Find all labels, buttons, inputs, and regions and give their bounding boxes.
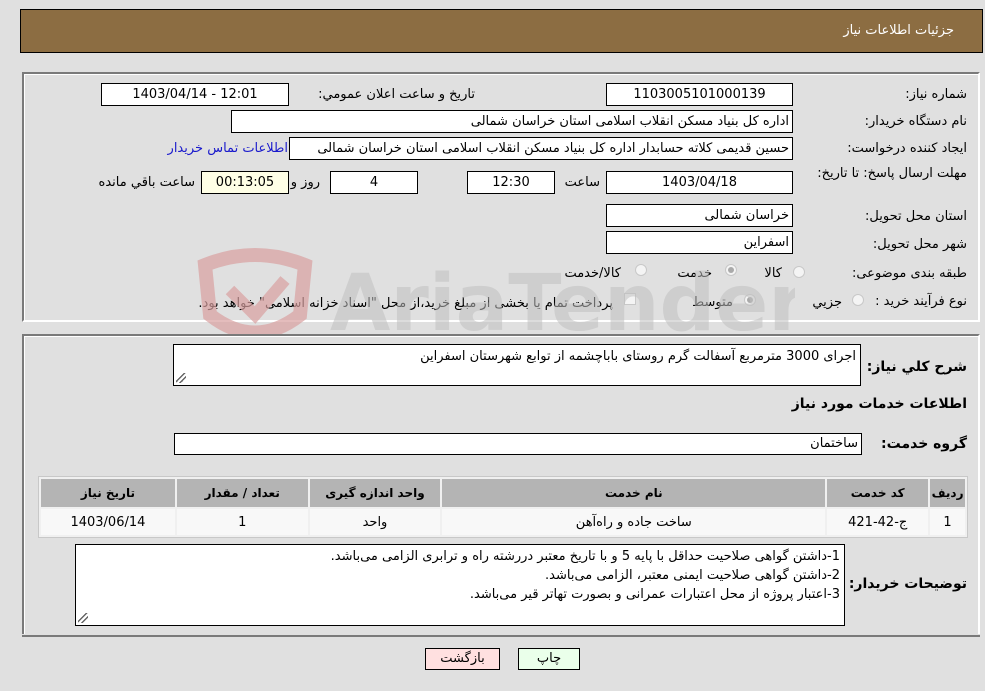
buyer-notes-textarea[interactable]: 1-داشتن گواهی صلاحیت حداقل با پایه 5 و ب… bbox=[75, 544, 845, 626]
col-need-date: تاریخ نیاز bbox=[41, 479, 175, 507]
province-label: استان محل تحویل: bbox=[865, 209, 967, 224]
process-radio-medium[interactable] bbox=[744, 294, 756, 306]
back-button[interactable]: بازگشت bbox=[425, 648, 500, 670]
process-option-medium: متوسط bbox=[692, 295, 733, 310]
process-label: نوع فرآیند خرید : bbox=[875, 294, 967, 309]
services-table: ردیف کد خدمت نام خدمت واحد اندازه گیری ت… bbox=[38, 476, 968, 538]
page-header: جزئیات اطلاعات نیاز bbox=[20, 9, 983, 53]
col-service-name: نام خدمت bbox=[442, 479, 826, 507]
category-radio-service[interactable] bbox=[725, 264, 737, 276]
category-label: طبقه بندی موضوعی: bbox=[851, 266, 967, 281]
buyer-notes-label: توضیحات خریدار: bbox=[848, 576, 967, 592]
col-unit: واحد اندازه گیری bbox=[309, 479, 441, 507]
divider bbox=[22, 635, 980, 637]
treasury-note: پرداخت تمام یا بخشی از مبلغ خرید،از محل … bbox=[198, 296, 613, 311]
category-option-goods: کالا bbox=[764, 266, 782, 281]
remaining-time-field: 00:13:05 bbox=[201, 171, 289, 194]
days-remaining-field: 4 bbox=[330, 171, 418, 194]
deadline-label: مهلت ارسال پاسخ: تا تاریخ: bbox=[817, 166, 967, 181]
cell-unit: واحد bbox=[309, 509, 441, 535]
city-label: شهر محل تحویل: bbox=[872, 237, 967, 252]
process-radio-minor[interactable] bbox=[852, 294, 864, 306]
creator-field: حسین قدیمی کلاته حسابدار اداره کل بنیاد … bbox=[289, 137, 793, 160]
col-service-code: کد خدمت bbox=[827, 479, 929, 507]
services-heading: اطلاعات خدمات مورد نیاز bbox=[791, 396, 967, 412]
province-field: خراسان شمالی bbox=[606, 204, 793, 227]
buyer-org-field: اداره کل بنیاد مسکن انقلاب اسلامی استان … bbox=[231, 110, 793, 133]
col-row-number: ردیف bbox=[930, 479, 965, 507]
cell-service-code: ج-42-421 bbox=[827, 509, 929, 535]
category-option-service: خدمت bbox=[677, 266, 712, 281]
resize-grip-icon[interactable] bbox=[78, 613, 88, 623]
service-group-field: ساختمان bbox=[174, 433, 862, 455]
category-radio-goods[interactable] bbox=[793, 266, 805, 278]
announce-label: تاریخ و ساعت اعلان عمومي: bbox=[318, 87, 475, 102]
treasury-checkbox[interactable] bbox=[624, 293, 636, 305]
print-button[interactable]: چاپ bbox=[518, 648, 580, 670]
summary-label: شرح کلي نیاز: bbox=[866, 359, 967, 375]
deadline-time-field: 12:30 bbox=[467, 171, 555, 194]
summary-text: اجرای 3000 مترمربع آسفالت گرم روستای باب… bbox=[420, 349, 856, 364]
buyer-org-label: نام دستگاه خریدار: bbox=[864, 114, 967, 129]
remaining-time-label: ساعت باقي مانده bbox=[98, 175, 195, 190]
category-option-goods-service: کالا/خدمت bbox=[564, 266, 621, 281]
creator-label: ایجاد کننده درخواست: bbox=[847, 141, 967, 156]
table-row: 1 ج-42-421 ساخت جاده و راه‌آهن واحد 1 14… bbox=[41, 509, 965, 535]
buyer-note-line: 2-داشتن گواهی صلاحیت ایمنی معتبر، الزامی… bbox=[545, 568, 840, 583]
cell-service-name: ساخت جاده و راه‌آهن bbox=[442, 509, 826, 535]
city-field: اسفراین bbox=[606, 231, 793, 254]
table-header-row: ردیف کد خدمت نام خدمت واحد اندازه گیری ت… bbox=[41, 479, 965, 507]
cell-row-number: 1 bbox=[930, 509, 965, 535]
process-option-minor: جزیي bbox=[812, 295, 842, 310]
days-label: روز و bbox=[290, 175, 320, 190]
deadline-time-label: ساعت bbox=[564, 175, 600, 190]
col-quantity: تعداد / مقدار bbox=[176, 479, 308, 507]
need-number-label: شماره نیاز: bbox=[905, 87, 967, 102]
cell-need-date: 1403/06/14 bbox=[41, 509, 175, 535]
cell-quantity: 1 bbox=[176, 509, 308, 535]
buyer-note-line: 3-اعتبار پروژه از محل اعتبارات عمرانی و … bbox=[469, 587, 840, 602]
category-radio-goods-service[interactable] bbox=[635, 264, 647, 276]
buyer-contact-link[interactable]: اطلاعات تماس خریدار bbox=[168, 141, 288, 156]
announce-field: 1403/04/14 - 12:01 bbox=[101, 83, 289, 106]
buyer-note-line: 1-داشتن گواهی صلاحیت حداقل با پایه 5 و ب… bbox=[330, 549, 840, 564]
summary-textarea[interactable]: اجرای 3000 مترمربع آسفالت گرم روستای باب… bbox=[173, 344, 861, 386]
deadline-date-field: 1403/04/18 bbox=[606, 171, 793, 194]
need-number-field: 1103005101000139 bbox=[606, 83, 793, 106]
resize-grip-icon[interactable] bbox=[176, 373, 186, 383]
page-title: جزئیات اطلاعات نیاز bbox=[843, 23, 954, 38]
service-group-label: گروه خدمت: bbox=[881, 436, 967, 452]
